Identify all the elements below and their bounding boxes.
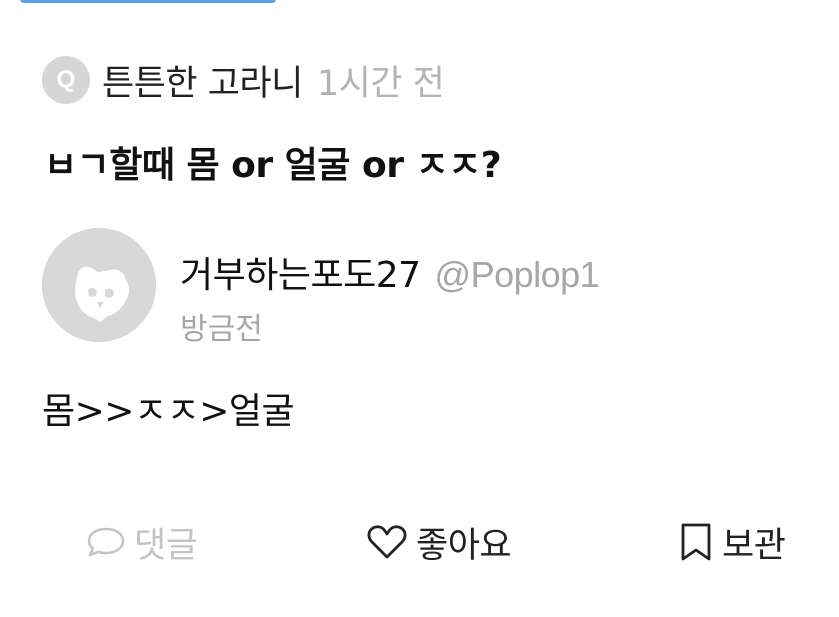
answer-header: 거부하는포도27 @Poplop1 <box>180 246 600 298</box>
bookmark-icon <box>681 523 711 561</box>
heart-icon <box>367 525 407 559</box>
default-avatar-icon <box>42 228 156 342</box>
answer-author-handle[interactable]: @Poplop1 <box>435 254 600 296</box>
comment-icon <box>87 527 125 557</box>
save-button[interactable]: 보관 <box>678 518 786 566</box>
answer-text: 몸>>ㅈㅈ>얼굴 <box>42 391 295 432</box>
answer-avatar[interactable] <box>42 228 156 342</box>
question-header: Q 튼튼한 고라니 1시간 전 <box>42 55 445 106</box>
answer-time: 방금전 <box>180 312 263 347</box>
answer-author-name[interactable]: 거부하는포도27 <box>180 246 421 298</box>
comment-button[interactable]: 댓글 <box>86 518 198 566</box>
question-text: ㅂㄱ할때 몸 or 얼굴 or ㅈㅈ? <box>44 145 502 186</box>
save-label: 보관 <box>722 525 786 566</box>
like-label: 좋아요 <box>416 525 512 566</box>
question-badge-label: Q <box>56 66 76 93</box>
comment-label: 댓글 <box>134 525 198 566</box>
like-button[interactable]: 좋아요 <box>366 518 512 566</box>
question-badge: Q <box>42 56 90 104</box>
question-time: 1시간 전 <box>316 63 445 104</box>
question-author[interactable]: 튼튼한 고라니 <box>102 55 303 106</box>
top-accent-bar <box>20 0 276 3</box>
